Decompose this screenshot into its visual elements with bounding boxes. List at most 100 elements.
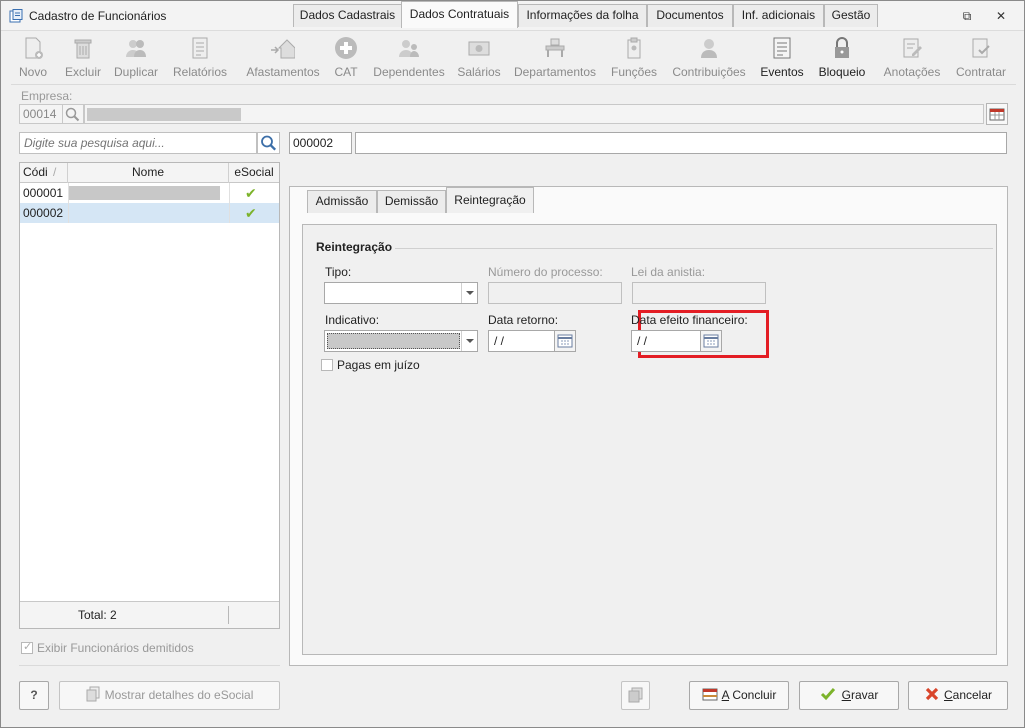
redacted-company-name — [87, 108, 241, 121]
checkbox-box — [321, 359, 333, 371]
numero-processo-field — [488, 282, 622, 304]
calendar-icon — [703, 334, 719, 348]
toolbar-divider — [11, 84, 1016, 85]
toolbar-funcoes-button[interactable]: Funções — [609, 34, 659, 80]
copy-icon — [86, 686, 100, 702]
grid-header: Códi / Nome eSocial — [20, 163, 279, 183]
column-header-nome[interactable]: Nome — [68, 163, 229, 183]
show-demitidos-checkbox[interactable]: Exibir Funcionários demitidos — [21, 640, 194, 655]
empresa-label: Empresa: — [21, 89, 73, 103]
toolbar-dependentes-button[interactable]: Dependentes — [371, 34, 447, 80]
pagas-em-juizo-checkbox[interactable]: Pagas em juízo — [321, 358, 420, 372]
empresa-code-field: 00014 — [19, 104, 63, 124]
gravar-button[interactable]: Gravar — [799, 681, 899, 710]
data-efeito-financeiro-field[interactable]: / / — [631, 330, 701, 352]
table-row[interactable]: 000001 ✔ — [20, 183, 279, 203]
toolbar-contribuicoes-button[interactable]: Contribuições — [669, 34, 749, 80]
documents-stack-icon — [628, 687, 642, 703]
toolbar-bloqueio-button[interactable]: Bloqueio — [815, 34, 869, 80]
indicativo-label: Indicativo: — [325, 313, 380, 327]
indicativo-select[interactable] — [324, 330, 478, 352]
search-icon — [65, 107, 80, 122]
row-code: 000001 — [23, 186, 64, 200]
row-code: 000002 — [23, 206, 64, 220]
lei-anistia-label: Lei da anistia: — [631, 265, 706, 279]
dependents-icon — [399, 40, 419, 57]
mostrar-detalhes-esocial-button[interactable]: Mostrar detalhes do eSocial — [59, 681, 280, 710]
empresa-search-button — [63, 104, 84, 124]
calendar-table-icon — [989, 108, 1005, 121]
column-divider — [68, 183, 69, 223]
toolbar-eventos-button[interactable]: Eventos — [757, 34, 807, 80]
window-title: Cadastro de Funcionários — [29, 9, 167, 23]
column-header-esocial[interactable]: eSocial — [229, 163, 279, 183]
table-row-selected[interactable]: 000002 ✔ — [20, 203, 279, 223]
tipo-select[interactable] — [324, 282, 478, 304]
restore-button[interactable]: ⧉ — [956, 7, 978, 25]
chevron-down-icon[interactable] — [461, 283, 477, 303]
empresa-name-field — [84, 104, 984, 124]
house-leave-icon — [271, 39, 295, 59]
chevron-down-icon[interactable] — [461, 331, 477, 351]
redacted-name — [68, 186, 220, 200]
toolbar-cat-button[interactable]: CAT — [331, 34, 361, 80]
new-document-icon — [25, 37, 43, 59]
data-retorno-field[interactable]: / / — [488, 330, 555, 352]
toolbar-contratar-button[interactable]: Contratar — [953, 34, 1009, 80]
trash-icon — [74, 39, 92, 59]
badge-icon — [627, 37, 641, 59]
toolbar-duplicar-button[interactable]: Duplicar — [111, 34, 161, 80]
column-header-code[interactable]: Códi / — [20, 163, 68, 183]
empresa-details-button[interactable] — [986, 103, 1008, 125]
tab-panel-dados-contratuais: Admissão Demissão Reintegração Reintegra… — [289, 186, 1008, 666]
medical-cross-icon — [335, 37, 357, 59]
subtab-demissao[interactable]: Demissão — [377, 190, 446, 213]
toolbar-novo-button[interactable]: Novo — [11, 34, 55, 80]
department-icon — [545, 38, 565, 57]
employee-name-field[interactable] — [355, 132, 1007, 154]
subtab-reintegracao[interactable]: Reintegração — [446, 187, 534, 213]
toolbar-relatorios-button[interactable]: Relatórios — [171, 34, 229, 80]
tab-gestao[interactable]: Gestão — [824, 4, 878, 27]
help-button[interactable]: ? — [19, 681, 49, 710]
reintegracao-panel: Reintegração Tipo: Número do processo: L… — [302, 224, 997, 655]
stack-button[interactable] — [621, 681, 650, 710]
concluir-button[interactable]: A Concluir — [689, 681, 789, 710]
cancel-x-icon — [925, 687, 939, 701]
cancelar-button[interactable]: Cancelar — [908, 681, 1008, 710]
tab-documentos[interactable]: Documentos — [647, 4, 733, 27]
tab-dados-cadastrais[interactable]: Dados Cadastrais — [293, 4, 402, 27]
group-divider — [395, 248, 993, 249]
data-retorno-label: Data retorno: — [488, 313, 559, 327]
close-button[interactable]: ✕ — [990, 7, 1012, 25]
toolbar-excluir-button[interactable]: Excluir — [61, 34, 105, 80]
search-button[interactable] — [257, 132, 280, 154]
contract-icon — [972, 38, 990, 58]
contributions-icon — [701, 39, 717, 58]
duplicate-users-icon — [126, 40, 146, 57]
data-retorno-calendar-button[interactable] — [554, 330, 576, 352]
report-icon — [192, 37, 208, 59]
toolbar-afastamentos-button[interactable]: Afastamentos — [243, 34, 323, 80]
employee-grid: Códi / Nome eSocial 000001 ✔ 000002 ✔ To… — [19, 162, 280, 629]
subtab-admissao[interactable]: Admissão — [307, 190, 377, 213]
lei-anistia-field — [632, 282, 766, 304]
tab-dados-contratuais[interactable]: Dados Contratuais — [401, 1, 518, 28]
check-icon — [820, 688, 835, 701]
numero-processo-label: Número do processo: — [488, 265, 603, 279]
tab-informacoes-folha[interactable]: Informações da folha — [518, 4, 647, 27]
toolbar-salarios-button[interactable]: Salários — [455, 34, 503, 80]
data-efeito-calendar-button[interactable] — [700, 330, 722, 352]
data-efeito-financeiro-label: Data efeito financeiro: — [631, 313, 748, 327]
employee-code-field[interactable]: 000002 — [289, 132, 352, 154]
toolbar-anotacoes-button[interactable]: Anotações — [881, 34, 943, 80]
toolbar: Novo Excluir Duplicar Relatórios Afastam… — [11, 34, 1016, 82]
tab-inf-adicionais[interactable]: Inf. adicionais — [733, 4, 824, 27]
lock-icon — [835, 37, 849, 58]
toolbar-departamentos-button[interactable]: Departamentos — [511, 34, 599, 80]
redacted-indicativo-value — [327, 333, 460, 349]
search-input[interactable] — [19, 132, 257, 154]
events-list-icon — [773, 37, 791, 59]
esocial-check-icon: ✔ — [245, 185, 257, 201]
grid-footer: Total: 2 — [20, 601, 279, 628]
